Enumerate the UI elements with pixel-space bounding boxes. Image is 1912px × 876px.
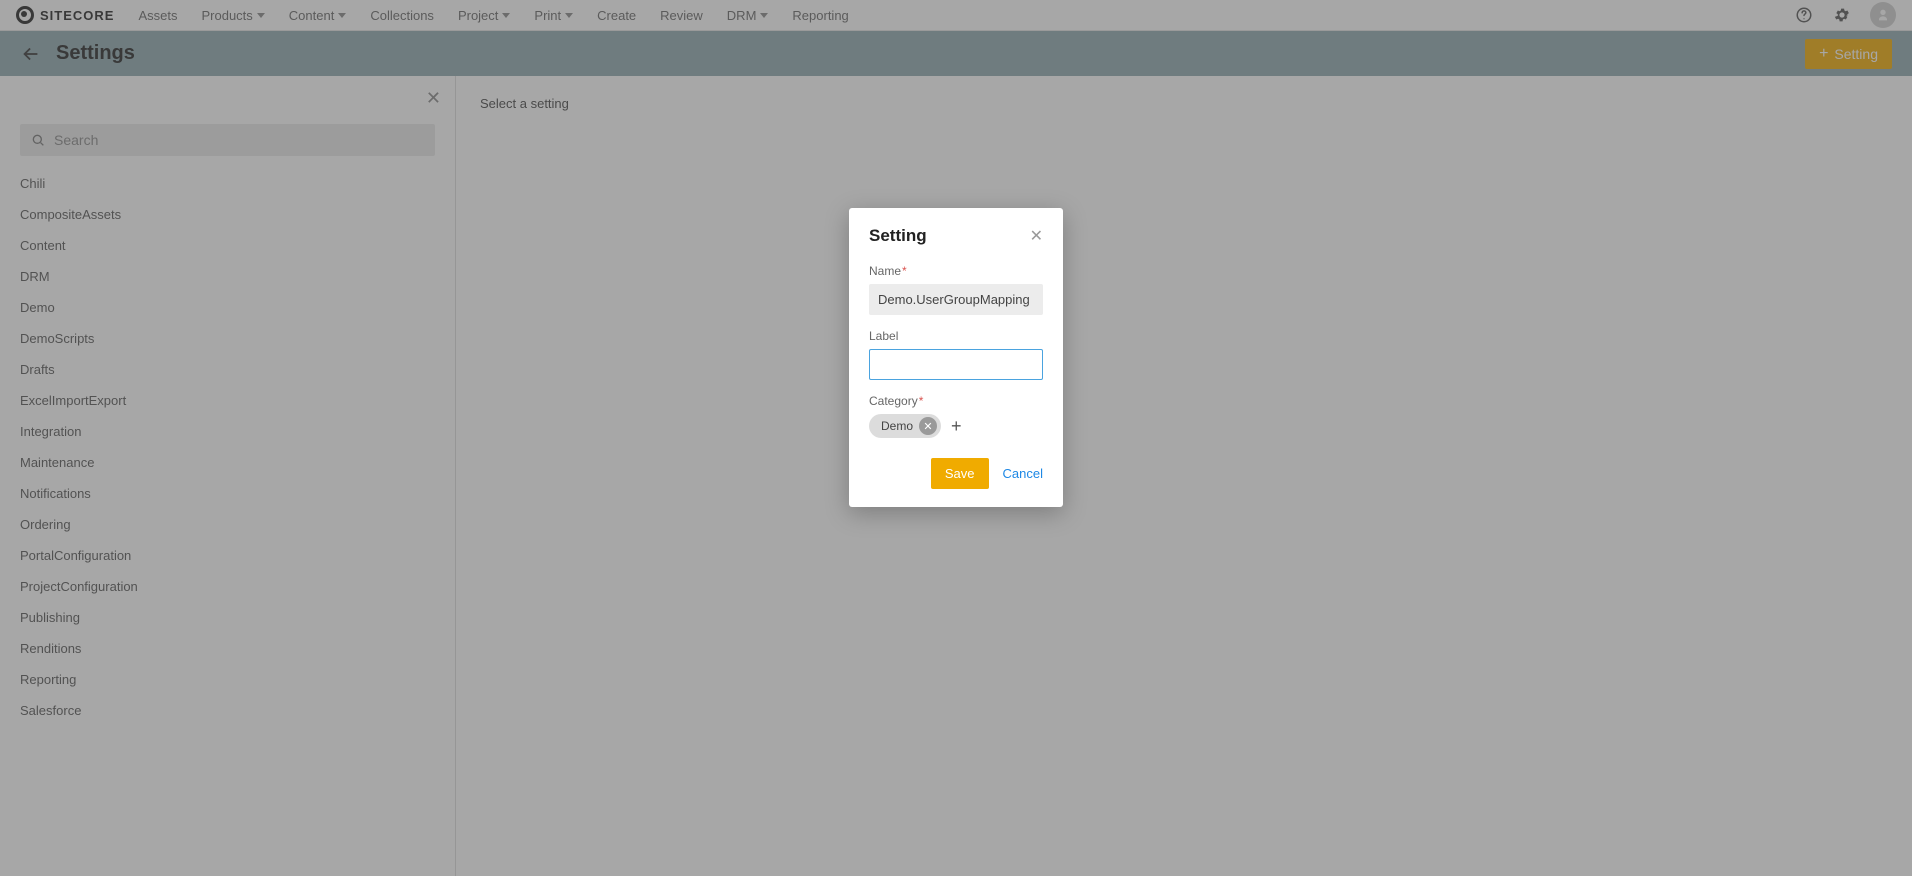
label-label: Label bbox=[869, 329, 1043, 343]
save-button[interactable]: Save bbox=[931, 458, 989, 489]
category-chip: Demo ✕ bbox=[869, 414, 941, 438]
label-input[interactable] bbox=[869, 349, 1043, 380]
name-input[interactable] bbox=[869, 284, 1043, 315]
category-chip-label: Demo bbox=[881, 419, 913, 433]
modal-overlay[interactable]: Setting ✕ Name* Label Category* Demo ✕ + bbox=[0, 0, 1912, 876]
setting-modal: Setting ✕ Name* Label Category* Demo ✕ + bbox=[849, 208, 1063, 507]
modal-close-icon[interactable]: ✕ bbox=[1030, 226, 1043, 246]
chip-remove-icon[interactable]: ✕ bbox=[919, 417, 937, 435]
category-label: Category* bbox=[869, 394, 1043, 408]
modal-title: Setting bbox=[869, 226, 927, 246]
add-category-icon[interactable]: + bbox=[951, 416, 962, 437]
name-label: Name* bbox=[869, 264, 1043, 278]
cancel-button[interactable]: Cancel bbox=[1003, 466, 1043, 481]
